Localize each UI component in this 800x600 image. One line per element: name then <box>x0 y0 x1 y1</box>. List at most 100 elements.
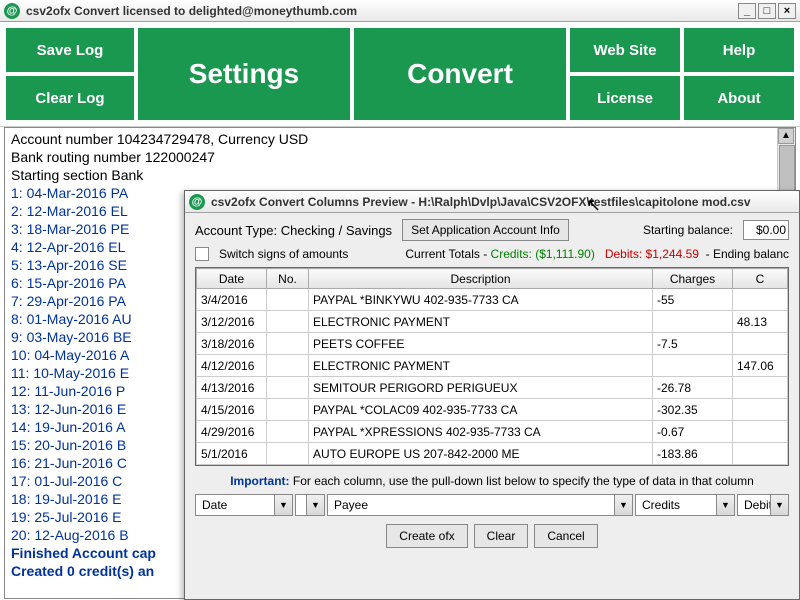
toolbar: Save Log Clear Log Settings Convert Web … <box>0 22 800 127</box>
mapper-debits[interactable]: Debits▼ <box>737 494 789 516</box>
scroll-thumb[interactable] <box>779 145 795 195</box>
dialog-row-1: Account Type: Checking / Savings Set App… <box>195 219 789 241</box>
cell-credits <box>733 443 788 465</box>
save-log-button[interactable]: Save Log <box>6 28 134 72</box>
mapper-no[interactable]: ▼ <box>295 494 325 516</box>
col-header-description[interactable]: Description <box>309 269 653 289</box>
cell-no <box>267 311 309 333</box>
chevron-down-icon: ▼ <box>306 495 324 515</box>
cell-no <box>267 355 309 377</box>
cell-desc: AUTO EUROPE US 207-842-2000 ME <box>309 443 653 465</box>
chevron-down-icon: ▼ <box>770 495 788 515</box>
set-account-info-button[interactable]: Set Application Account Info <box>402 219 569 241</box>
cell-credits: 147.06 <box>733 355 788 377</box>
cell-desc: PAYPAL *XPRESSIONS 402-935-7733 CA <box>309 421 653 443</box>
cell-desc: ELECTRONIC PAYMENT <box>309 355 653 377</box>
settings-button[interactable]: Settings <box>138 28 350 120</box>
cell-no <box>267 443 309 465</box>
table-row[interactable]: 4/29/2016 PAYPAL *XPRESSIONS 402-935-7733… <box>197 421 788 443</box>
cell-date: 3/18/2016 <box>197 333 267 355</box>
cancel-button[interactable]: Cancel <box>534 524 597 548</box>
website-button[interactable]: Web Site <box>570 28 680 72</box>
clear-button[interactable]: Clear <box>474 524 529 548</box>
mapper-credits[interactable]: Credits▼ <box>635 494 735 516</box>
cell-date: 4/15/2016 <box>197 399 267 421</box>
dialog-title: csv2ofx Convert Columns Preview - H:\Ral… <box>211 195 795 209</box>
app-icon: @ <box>189 194 205 210</box>
debits-total: Debits: $1,244.59 <box>605 247 699 261</box>
column-mappers: Date▼ ▼ Payee▼ Credits▼ Debits▼ <box>195 494 789 516</box>
cell-credits <box>733 399 788 421</box>
account-type-label: Account Type: Checking / Savings <box>195 223 392 238</box>
grid-header-row: Date No. Description Charges C <box>197 269 788 289</box>
cell-no <box>267 421 309 443</box>
log-line: Bank routing number 122000247 <box>11 148 789 166</box>
cell-credits <box>733 333 788 355</box>
table-row[interactable]: 3/4/2016PAYPAL *BINKYWU 402-935-7733 CA-… <box>197 289 788 311</box>
cell-desc: PAYPAL *BINKYWU 402-935-7733 CA <box>309 289 653 311</box>
cell-desc: ELECTRONIC PAYMENT <box>309 311 653 333</box>
cell-no <box>267 333 309 355</box>
main-title: csv2ofx Convert licensed to delighted@mo… <box>26 4 738 18</box>
starting-balance-input[interactable] <box>743 220 789 240</box>
maximize-button[interactable]: □ <box>758 3 776 19</box>
scroll-up-icon[interactable]: ▲ <box>778 128 794 144</box>
table-row[interactable]: 4/15/2016 PAYPAL *COLAC09 402-935-7733 CA… <box>197 399 788 421</box>
switch-signs-checkbox[interactable] <box>195 247 209 261</box>
cell-credits <box>733 377 788 399</box>
clear-log-button[interactable]: Clear Log <box>6 76 134 120</box>
columns-preview-dialog: @ csv2ofx Convert Columns Preview - H:\R… <box>184 190 800 600</box>
ending-balance-label: - Ending balanc <box>706 247 789 261</box>
cell-desc: PEETS COFFEE <box>309 333 653 355</box>
cell-desc: SEMITOUR PERIGORD PERIGUEUX <box>309 377 653 399</box>
col-header-date[interactable]: Date <box>197 269 267 289</box>
col-header-charges[interactable]: Charges <box>653 269 733 289</box>
cell-credits: 48.13 <box>733 311 788 333</box>
chevron-down-icon: ▼ <box>716 495 734 515</box>
dialog-buttons: Create ofx Clear Cancel <box>195 524 789 548</box>
cell-date: 4/12/2016 <box>197 355 267 377</box>
cell-charges: -55 <box>653 289 733 311</box>
col-header-credits[interactable]: C <box>733 269 788 289</box>
dialog-titlebar: @ csv2ofx Convert Columns Preview - H:\R… <box>185 191 799 213</box>
table-row[interactable]: 3/18/2016 PEETS COFFEE-7.5 <box>197 333 788 355</box>
log-line: Starting section Bank <box>11 166 789 184</box>
table-row[interactable]: 3/12/2016ELECTRONIC PAYMENT48.13 <box>197 311 788 333</box>
mapper-payee[interactable]: Payee▼ <box>327 494 633 516</box>
create-ofx-button[interactable]: Create ofx <box>386 524 467 548</box>
minimize-button[interactable]: _ <box>738 3 756 19</box>
cell-charges: -302.35 <box>653 399 733 421</box>
cell-charges <box>653 311 733 333</box>
cell-credits <box>733 421 788 443</box>
cell-date: 5/1/2016 <box>197 443 267 465</box>
app-icon: @ <box>4 3 20 19</box>
table-row[interactable]: 4/12/2016 ELECTRONIC PAYMENT 147.06 <box>197 355 788 377</box>
help-button[interactable]: Help <box>684 28 794 72</box>
cell-charges: -7.5 <box>653 333 733 355</box>
table-row[interactable]: 4/13/2016SEMITOUR PERIGORD PERIGUEUX-26.… <box>197 377 788 399</box>
dialog-row-2: Switch signs of amounts Current Totals -… <box>195 247 789 261</box>
mapper-date[interactable]: Date▼ <box>195 494 293 516</box>
cell-no <box>267 289 309 311</box>
switch-signs-label: Switch signs of amounts <box>219 247 348 261</box>
about-button[interactable]: About <box>684 76 794 120</box>
cell-no <box>267 377 309 399</box>
chevron-down-icon: ▼ <box>274 495 292 515</box>
window-controls: _ □ × <box>738 3 796 19</box>
cell-date: 4/29/2016 <box>197 421 267 443</box>
close-button[interactable]: × <box>778 3 796 19</box>
table-row[interactable]: 5/1/2016 AUTO EUROPE US 207-842-2000 ME-1… <box>197 443 788 465</box>
cell-date: 4/13/2016 <box>197 377 267 399</box>
cell-no <box>267 399 309 421</box>
main-titlebar: @ csv2ofx Convert licensed to delighted@… <box>0 0 800 22</box>
cell-desc: PAYPAL *COLAC09 402-935-7733 CA <box>309 399 653 421</box>
license-button[interactable]: License <box>570 76 680 120</box>
cell-charges <box>653 355 733 377</box>
preview-grid: Date No. Description Charges C 3/4/2016P… <box>195 267 789 466</box>
credits-total: Credits: ($1,111.90) <box>491 247 595 261</box>
cell-credits <box>733 289 788 311</box>
col-header-no[interactable]: No. <box>267 269 309 289</box>
convert-button[interactable]: Convert <box>354 28 566 120</box>
important-note: Important: For each column, use the pull… <box>195 474 789 488</box>
cell-charges: -183.86 <box>653 443 733 465</box>
